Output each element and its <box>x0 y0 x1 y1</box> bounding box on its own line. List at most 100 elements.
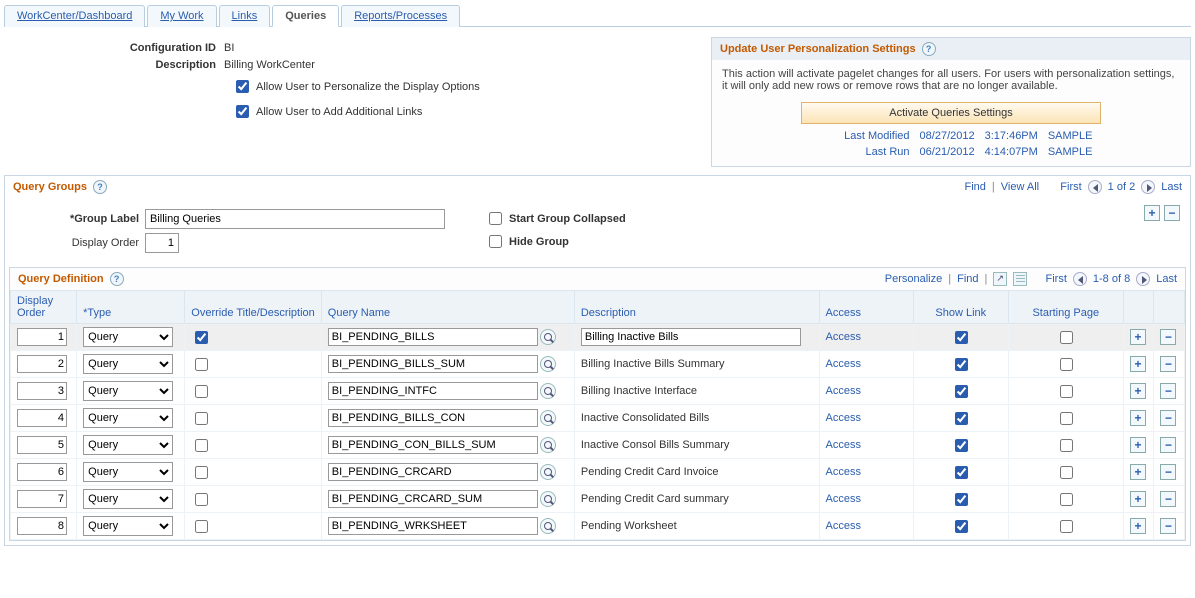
access-link[interactable]: Access <box>826 466 861 478</box>
starting-page-checkbox[interactable] <box>1060 439 1073 452</box>
allow-addlinks-checkbox[interactable] <box>236 105 249 118</box>
qd-next-icon[interactable] <box>1136 272 1150 286</box>
col-override[interactable]: Override Title/Description <box>185 291 322 324</box>
display-order-input[interactable] <box>145 233 179 253</box>
access-link[interactable]: Access <box>826 385 861 397</box>
col-display-order[interactable]: Display Order <box>11 291 77 324</box>
row-add-icon[interactable]: + <box>1130 464 1146 480</box>
starting-page-checkbox[interactable] <box>1060 493 1073 506</box>
row-delete-icon[interactable]: − <box>1160 491 1176 507</box>
type-select[interactable]: Query <box>83 327 173 347</box>
type-select[interactable]: Query <box>83 408 173 428</box>
override-checkbox[interactable] <box>195 466 208 479</box>
help-icon[interactable]: ? <box>922 42 936 56</box>
display-order-input[interactable] <box>17 409 67 427</box>
override-checkbox[interactable] <box>195 358 208 371</box>
row-add-icon[interactable]: + <box>1130 383 1146 399</box>
qd-personalize-link[interactable]: Personalize <box>885 273 942 285</box>
access-link[interactable]: Access <box>826 439 861 451</box>
starting-page-checkbox[interactable] <box>1060 412 1073 425</box>
help-icon[interactable]: ? <box>110 272 124 286</box>
starting-page-checkbox[interactable] <box>1060 520 1073 533</box>
display-order-input[interactable] <box>17 436 67 454</box>
allow-personalize-checkbox[interactable] <box>236 80 249 93</box>
row-add-icon[interactable]: + <box>1130 356 1146 372</box>
zoom-icon[interactable] <box>993 272 1007 286</box>
query-name-input[interactable] <box>328 328 538 346</box>
tab-mywork[interactable]: My Work <box>147 5 216 27</box>
row-add-icon[interactable]: + <box>1130 437 1146 453</box>
query-name-input[interactable] <box>328 490 538 508</box>
lookup-icon[interactable] <box>540 464 556 480</box>
access-link[interactable]: Access <box>826 493 861 505</box>
row-delete-icon[interactable]: − <box>1160 518 1176 534</box>
override-checkbox[interactable] <box>195 493 208 506</box>
row-add-icon[interactable]: + <box>1130 410 1146 426</box>
group-label-input[interactable] <box>145 209 445 229</box>
qg-viewall-link[interactable]: View All <box>1001 181 1039 193</box>
display-order-input[interactable] <box>17 463 67 481</box>
description-input[interactable] <box>581 328 801 346</box>
access-link[interactable]: Access <box>826 331 861 343</box>
grid-download-icon[interactable] <box>1013 272 1027 286</box>
display-order-input[interactable] <box>17 328 67 346</box>
help-icon[interactable]: ? <box>93 180 107 194</box>
show-link-checkbox[interactable] <box>955 493 968 506</box>
lookup-icon[interactable] <box>540 329 556 345</box>
query-name-input[interactable] <box>328 436 538 454</box>
access-link[interactable]: Access <box>826 520 861 532</box>
show-link-checkbox[interactable] <box>955 520 968 533</box>
show-link-checkbox[interactable] <box>955 412 968 425</box>
tab-links[interactable]: Links <box>219 5 271 27</box>
lookup-icon[interactable] <box>540 491 556 507</box>
col-description[interactable]: Description <box>574 291 819 324</box>
start-collapsed-checkbox[interactable] <box>489 212 502 225</box>
lookup-icon[interactable] <box>540 356 556 372</box>
starting-page-checkbox[interactable] <box>1060 466 1073 479</box>
qd-find-link[interactable]: Find <box>957 273 978 285</box>
show-link-checkbox[interactable] <box>955 385 968 398</box>
override-checkbox[interactable] <box>195 439 208 452</box>
tab-reports[interactable]: Reports/Processes <box>341 5 460 27</box>
lookup-icon[interactable] <box>540 437 556 453</box>
access-link[interactable]: Access <box>826 358 861 370</box>
row-delete-icon[interactable]: − <box>1160 329 1176 345</box>
tab-workcenter[interactable]: WorkCenter/Dashboard <box>4 5 145 27</box>
access-link[interactable]: Access <box>826 412 861 424</box>
row-add-icon[interactable]: + <box>1130 329 1146 345</box>
override-checkbox[interactable] <box>195 520 208 533</box>
type-select[interactable]: Query <box>83 381 173 401</box>
qg-find-link[interactable]: Find <box>965 181 986 193</box>
starting-page-checkbox[interactable] <box>1060 331 1073 344</box>
row-delete-icon[interactable]: − <box>1160 410 1176 426</box>
show-link-checkbox[interactable] <box>955 358 968 371</box>
display-order-input[interactable] <box>17 490 67 508</box>
type-select[interactable]: Query <box>83 516 173 536</box>
lookup-icon[interactable] <box>540 383 556 399</box>
qd-range[interactable]: 1-8 of 8 <box>1093 273 1130 285</box>
col-show-link[interactable]: Show Link <box>914 291 1009 324</box>
row-delete-icon[interactable]: − <box>1160 356 1176 372</box>
show-link-checkbox[interactable] <box>955 439 968 452</box>
query-name-input[interactable] <box>328 463 538 481</box>
starting-page-checkbox[interactable] <box>1060 358 1073 371</box>
qg-next-icon[interactable] <box>1141 180 1155 194</box>
display-order-input[interactable] <box>17 355 67 373</box>
query-name-input[interactable] <box>328 382 538 400</box>
type-select[interactable]: Query <box>83 354 173 374</box>
col-type[interactable]: *Type <box>77 291 185 324</box>
show-link-checkbox[interactable] <box>955 466 968 479</box>
type-select[interactable]: Query <box>83 489 173 509</box>
starting-page-checkbox[interactable] <box>1060 385 1073 398</box>
query-name-input[interactable] <box>328 409 538 427</box>
col-query-name[interactable]: Query Name <box>321 291 574 324</box>
type-select[interactable]: Query <box>83 462 173 482</box>
query-name-input[interactable] <box>328 355 538 373</box>
override-checkbox[interactable] <box>195 412 208 425</box>
qg-range[interactable]: 1 of 2 <box>1108 181 1136 193</box>
col-starting-page[interactable]: Starting Page <box>1008 291 1124 324</box>
qd-prev-icon[interactable] <box>1073 272 1087 286</box>
row-delete-icon[interactable]: − <box>1160 437 1176 453</box>
override-checkbox[interactable] <box>195 385 208 398</box>
hide-group-checkbox[interactable] <box>489 235 502 248</box>
